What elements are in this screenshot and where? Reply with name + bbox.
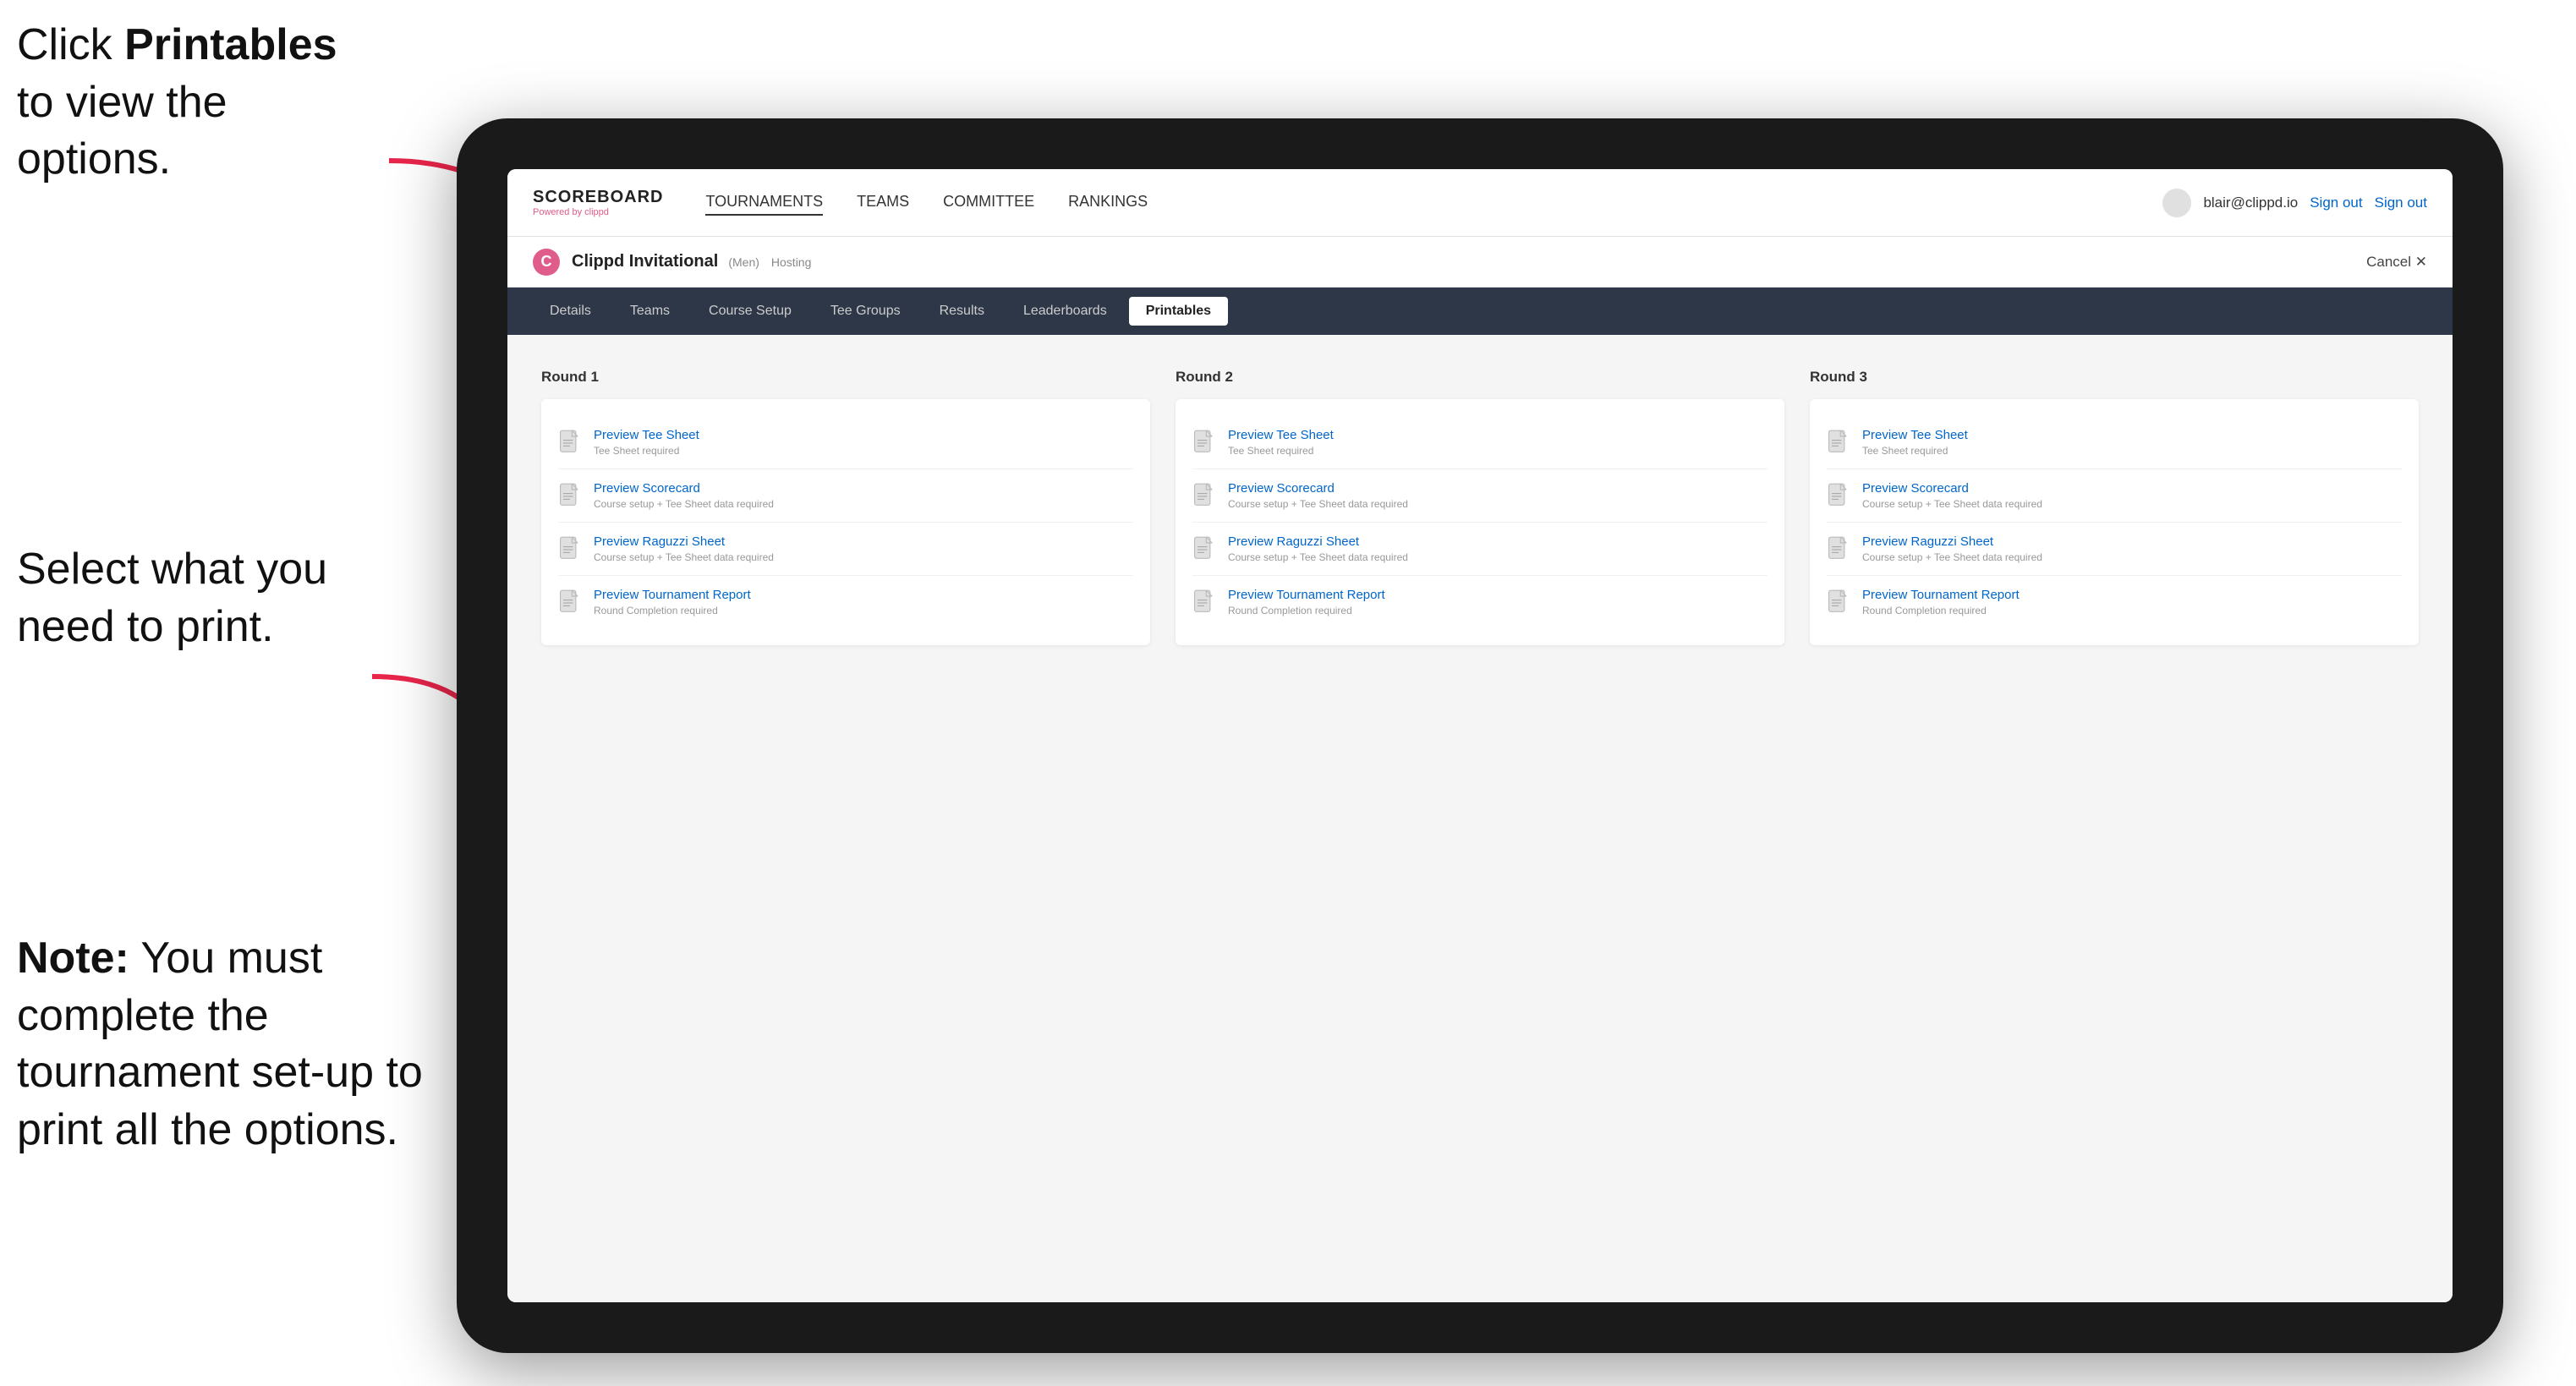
print-item-subtitle-2-2: Course setup + Tee Sheet data required	[1228, 498, 1408, 510]
print-item-subtitle-3-3: Course setup + Tee Sheet data required	[1862, 551, 2042, 563]
round-card-2: Preview Tee Sheet Tee Sheet required Prev…	[1176, 399, 1784, 645]
tab-printables[interactable]: Printables	[1129, 297, 1228, 326]
logo-area: SCOREBOARD Powered by clippd	[533, 188, 663, 217]
print-item-subtitle-1-2: Course setup + Tee Sheet data required	[594, 498, 774, 510]
tab-leaderboards[interactable]: Leaderboards	[1006, 297, 1124, 326]
top-nav: SCOREBOARD Powered by clippd TOURNAMENTS…	[507, 169, 2453, 237]
print-item-title-1-3: Preview Raguzzi Sheet	[594, 534, 774, 549]
document-icon-3-1	[1827, 430, 1850, 457]
print-item-title-2-4: Preview Tournament Report	[1228, 588, 1385, 602]
print-item-3-3[interactable]: Preview Raguzzi Sheet Course setup + Tee …	[1827, 523, 2402, 576]
tab-bar: Details Teams Course Setup Tee Groups Re…	[507, 288, 2453, 335]
print-item-2-3[interactable]: Preview Raguzzi Sheet Course setup + Tee …	[1192, 523, 1768, 576]
cancel-button[interactable]: Cancel ✕	[2366, 254, 2427, 271]
print-item-subtitle-3-4: Round Completion required	[1862, 605, 2020, 616]
print-item-subtitle-2-1: Tee Sheet required	[1228, 445, 1334, 457]
print-item-title-2-2: Preview Scorecard	[1228, 481, 1408, 496]
tab-teams[interactable]: Teams	[613, 297, 687, 326]
document-icon-2-4	[1192, 589, 1216, 616]
print-item-subtitle-1-4: Round Completion required	[594, 605, 751, 616]
document-icon-2-1	[1192, 430, 1216, 457]
print-item-title-3-1: Preview Tee Sheet	[1862, 428, 1968, 442]
print-item-1-4[interactable]: Preview Tournament Report Round Completio…	[558, 576, 1133, 628]
rounds-grid: Round 1 Preview Tee Sheet Tee Sheet requi…	[541, 369, 2419, 645]
logo-title: SCOREBOARD	[533, 188, 663, 207]
print-item-subtitle-1-3: Course setup + Tee Sheet data required	[594, 551, 774, 563]
document-icon-3-3	[1827, 536, 1850, 563]
document-icon-1-4	[558, 589, 582, 616]
tab-results[interactable]: Results	[923, 297, 1001, 326]
tablet-screen: SCOREBOARD Powered by clippd TOURNAMENTS…	[507, 169, 2453, 1302]
nav-link-committee[interactable]: COMMITTEE	[943, 189, 1034, 216]
nav-link-rankings[interactable]: RANKINGS	[1068, 189, 1148, 216]
document-icon-1-3	[558, 536, 582, 563]
tournament-status: Hosting	[771, 255, 811, 269]
round-section-3: Round 3 Preview Tee Sheet Tee Sheet requi…	[1810, 369, 2419, 645]
round-title-2: Round 2	[1176, 369, 1784, 386]
print-item-title-3-3: Preview Raguzzi Sheet	[1862, 534, 2042, 549]
annotation-mid: Select what you need to print.	[17, 541, 372, 655]
tab-tee-groups[interactable]: Tee Groups	[814, 297, 918, 326]
round-title-3: Round 3	[1810, 369, 2419, 386]
tournament-badge: (Men)	[728, 255, 759, 269]
print-item-subtitle-1-1: Tee Sheet required	[594, 445, 699, 457]
top-nav-right: blair@clippd.io Sign out Sign out	[2162, 189, 2427, 217]
document-icon-2-2	[1192, 483, 1216, 510]
document-icon-1-1	[558, 430, 582, 457]
print-item-title-1-2: Preview Scorecard	[594, 481, 774, 496]
print-item-subtitle-2-4: Round Completion required	[1228, 605, 1385, 616]
sign-out-text[interactable]: Sign out	[2375, 194, 2427, 211]
print-item-title-3-4: Preview Tournament Report	[1862, 588, 2020, 602]
print-item-1-1[interactable]: Preview Tee Sheet Tee Sheet required	[558, 416, 1133, 469]
nav-link-teams[interactable]: TEAMS	[857, 189, 909, 216]
print-item-2-2[interactable]: Preview Scorecard Course setup + Tee Shee…	[1192, 469, 1768, 523]
print-item-title-2-1: Preview Tee Sheet	[1228, 428, 1334, 442]
print-item-title-2-3: Preview Raguzzi Sheet	[1228, 534, 1408, 549]
print-item-3-2[interactable]: Preview Scorecard Course setup + Tee Shee…	[1827, 469, 2402, 523]
annotation-top: Click Printables to view the options.	[17, 17, 372, 189]
round-title-1: Round 1	[541, 369, 1150, 386]
print-item-2-4[interactable]: Preview Tournament Report Round Completio…	[1192, 576, 1768, 628]
user-email: blair@clippd.io	[2203, 194, 2298, 211]
nav-link-tournaments[interactable]: TOURNAMENTS	[705, 189, 823, 216]
annotation-bot: Note: You must complete the tournament s…	[17, 930, 440, 1159]
document-icon-2-3	[1192, 536, 1216, 563]
print-item-2-1[interactable]: Preview Tee Sheet Tee Sheet required	[1192, 416, 1768, 469]
avatar	[2162, 189, 2191, 217]
round-section-1: Round 1 Preview Tee Sheet Tee Sheet requi…	[541, 369, 1150, 645]
tab-course-setup[interactable]: Course Setup	[692, 297, 808, 326]
sign-out-link[interactable]: Sign out	[2310, 194, 2362, 211]
print-item-1-2[interactable]: Preview Scorecard Course setup + Tee Shee…	[558, 469, 1133, 523]
round-section-2: Round 2 Preview Tee Sheet Tee Sheet requi…	[1176, 369, 1784, 645]
round-card-3: Preview Tee Sheet Tee Sheet required Prev…	[1810, 399, 2419, 645]
tab-details[interactable]: Details	[533, 297, 608, 326]
print-item-subtitle-3-2: Course setup + Tee Sheet data required	[1862, 498, 2042, 510]
print-item-title-1-1: Preview Tee Sheet	[594, 428, 699, 442]
tablet-device: SCOREBOARD Powered by clippd TOURNAMENTS…	[457, 118, 2503, 1353]
top-nav-links: TOURNAMENTS TEAMS COMMITTEE RANKINGS	[705, 189, 2162, 216]
document-icon-3-2	[1827, 483, 1850, 510]
main-content: Round 1 Preview Tee Sheet Tee Sheet requi…	[507, 335, 2453, 1302]
print-item-3-1[interactable]: Preview Tee Sheet Tee Sheet required	[1827, 416, 2402, 469]
print-item-title-3-2: Preview Scorecard	[1862, 481, 2042, 496]
print-item-3-4[interactable]: Preview Tournament Report Round Completio…	[1827, 576, 2402, 628]
tournament-icon: C	[533, 249, 560, 276]
logo-sub: Powered by clippd	[533, 207, 663, 217]
document-icon-3-4	[1827, 589, 1850, 616]
tournament-bar: C Clippd Invitational (Men) Hosting Canc…	[507, 237, 2453, 288]
print-item-subtitle-2-3: Course setup + Tee Sheet data required	[1228, 551, 1408, 563]
print-item-1-3[interactable]: Preview Raguzzi Sheet Course setup + Tee …	[558, 523, 1133, 576]
print-item-subtitle-3-1: Tee Sheet required	[1862, 445, 1968, 457]
round-card-1: Preview Tee Sheet Tee Sheet required Prev…	[541, 399, 1150, 645]
print-item-title-1-4: Preview Tournament Report	[594, 588, 751, 602]
tournament-name: Clippd Invitational	[572, 252, 718, 271]
document-icon-1-2	[558, 483, 582, 510]
